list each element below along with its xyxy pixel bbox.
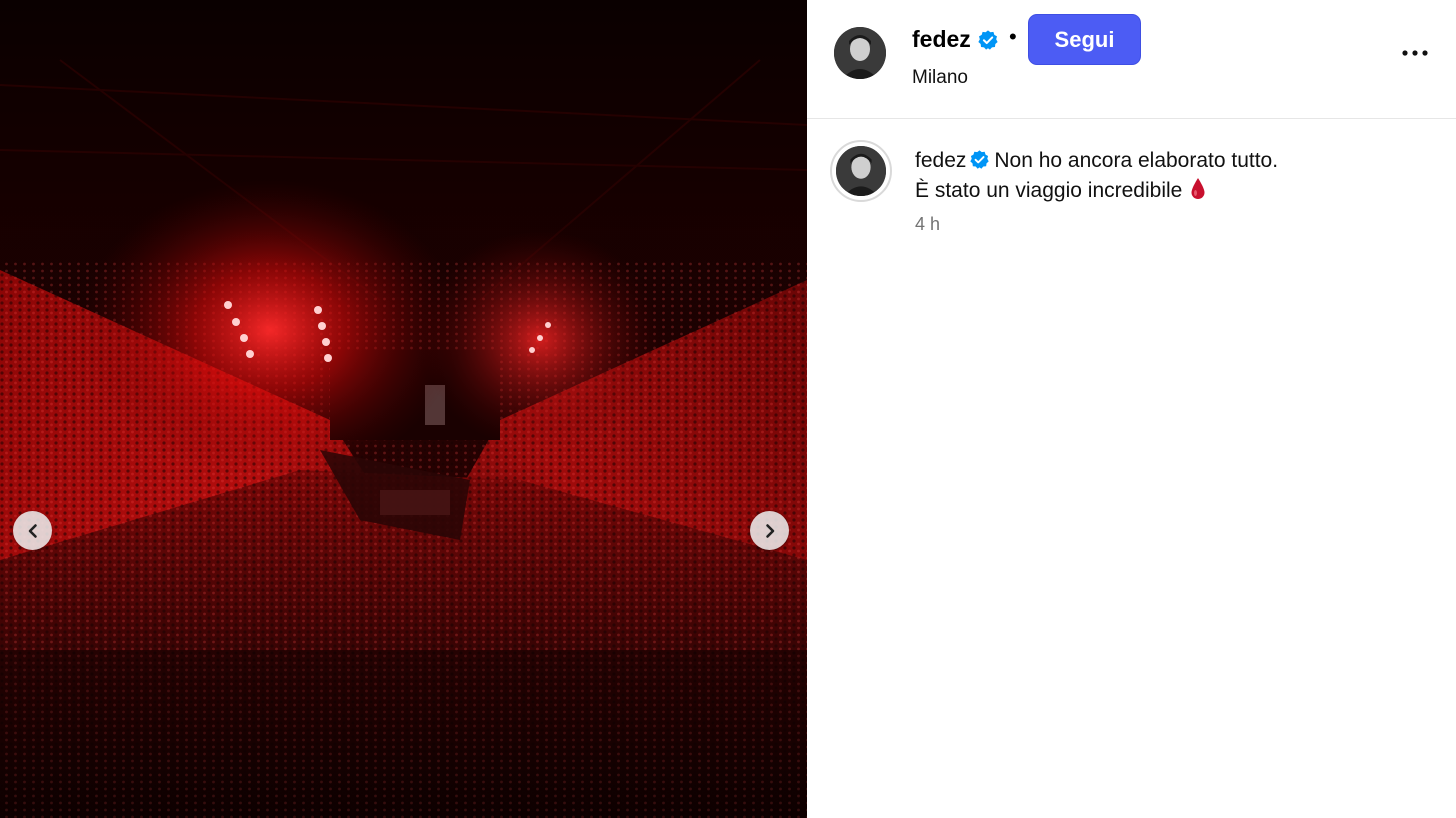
profile-username[interactable]: fedez <box>912 26 971 53</box>
more-horizontal-icon <box>1402 50 1428 56</box>
caption-avatar-ring[interactable] <box>830 140 892 202</box>
user-avatar-icon <box>836 146 886 196</box>
chevron-left-icon <box>28 523 37 538</box>
post-side-panel: fedez • Segui Milano fedez Non ho ancora… <box>807 0 1456 818</box>
more-options-button[interactable] <box>1397 40 1433 66</box>
user-avatar-icon <box>834 27 886 79</box>
caption-username[interactable]: fedez <box>915 149 966 172</box>
chevron-right-icon <box>765 523 774 538</box>
drop-of-blood-icon <box>1190 177 1206 201</box>
previous-image-button[interactable] <box>13 511 52 550</box>
next-image-button[interactable] <box>750 511 789 550</box>
post-media[interactable] <box>0 0 807 818</box>
separator-dot: • <box>1009 24 1017 49</box>
caption-avatar <box>836 146 886 196</box>
caption-line-1: fedez Non ho ancora elaborato tutto. <box>915 146 1435 176</box>
post-location[interactable]: Milano <box>912 67 968 89</box>
caption-line-2: È stato un viaggio incredibile <box>915 176 1435 206</box>
verified-badge-icon <box>969 149 990 170</box>
concert-arena-photo <box>0 0 807 818</box>
follow-button[interactable]: Segui <box>1028 14 1141 65</box>
profile-avatar[interactable] <box>834 27 886 79</box>
post-header: fedez • Segui Milano <box>807 0 1456 119</box>
caption-text-line-2: È stato un viaggio incredibile <box>915 179 1183 202</box>
post-timestamp[interactable]: 4 h <box>915 214 940 235</box>
post-caption: fedez Non ho ancora elaborato tutto. È s… <box>915 146 1435 206</box>
caption-text-line-1: Non ho ancora elaborato tutto. <box>994 149 1279 172</box>
verified-badge-icon <box>977 29 999 51</box>
